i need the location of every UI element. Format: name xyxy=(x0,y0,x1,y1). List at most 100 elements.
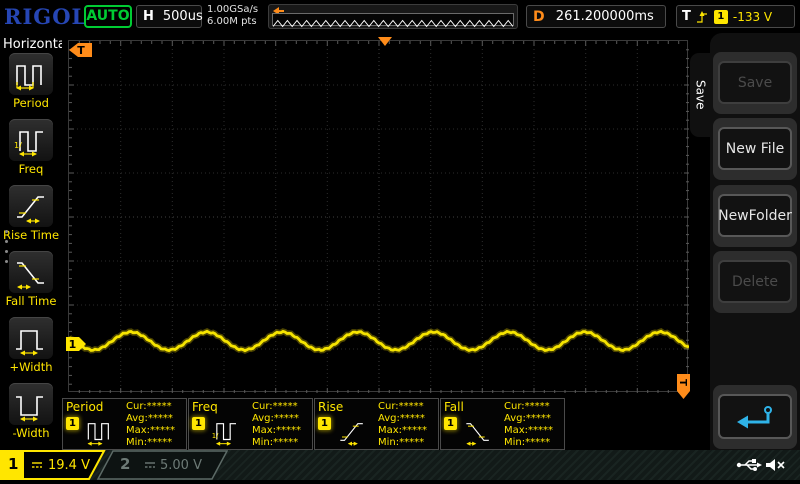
sample-rate: 1.00GSa/s xyxy=(207,4,258,16)
stat-value: ***** xyxy=(526,413,551,424)
minus-width-icon xyxy=(9,383,53,425)
freq-icon: 1/ xyxy=(209,417,243,447)
panel-channel-badge: 1 xyxy=(318,417,331,430)
usb-icon xyxy=(736,457,762,473)
stat-value: ***** xyxy=(402,425,427,436)
save-menu-tab: Save xyxy=(690,53,711,137)
timebase-value: 500us xyxy=(163,9,203,24)
svg-text:T: T xyxy=(677,379,688,386)
channel2-scale: 5.00 V xyxy=(160,458,202,473)
rise-icon xyxy=(335,417,369,447)
sidebar-item-label: Period xyxy=(13,96,49,110)
sidebar-item-period[interactable]: Period xyxy=(0,53,62,119)
sidebar-title: Horizontal xyxy=(0,33,62,53)
channel1-waveform xyxy=(69,41,689,393)
memory-depth: 6.00M pts xyxy=(207,16,258,28)
delay-label: D xyxy=(533,9,545,25)
trigger-label: T xyxy=(682,9,691,24)
save-key[interactable]: Save xyxy=(713,52,797,114)
stat-value: ***** xyxy=(273,437,298,448)
panel-channel-badge: 1 xyxy=(444,417,457,430)
timebase-label: H xyxy=(143,9,154,24)
sidebar-scroll-indicator xyxy=(5,230,8,263)
speaker-muted-icon xyxy=(764,457,786,473)
trigger-source-badge: 1 xyxy=(714,10,728,24)
svg-text:1: 1 xyxy=(69,338,77,351)
panel-channel-badge: 1 xyxy=(66,417,79,430)
trigger-level-value: -133 V xyxy=(733,10,772,24)
sidebar-item-label: +Width xyxy=(9,360,52,374)
fall-icon xyxy=(461,417,495,447)
delay-value: 261.200000ms xyxy=(545,9,665,24)
sidebar-item-label: Freq xyxy=(19,162,44,176)
panel-stats: Cur:***** Avg:***** Max:***** Min:***** xyxy=(378,401,427,449)
top-status-bar: RIGOL AUTO H 500us 1.00GSa/s 6.00M pts D… xyxy=(0,0,800,33)
channel1-box[interactable]: 1 19.4 V xyxy=(0,450,106,480)
stat-value: ***** xyxy=(525,401,550,412)
stat-value: ***** xyxy=(274,413,299,424)
stat-value: ***** xyxy=(399,401,424,412)
new-folder-key[interactable]: NewFolder xyxy=(713,185,797,247)
measurement-panels: Period 1 Cur:***** Avg:***** Max:***** M… xyxy=(62,398,565,450)
return-arrow-icon xyxy=(734,404,776,430)
panel-stats: Cur:***** Avg:***** Max:***** Min:***** xyxy=(126,401,175,449)
sidebar-item-fall-time[interactable]: Fall Time xyxy=(0,251,62,317)
measurement-panel-rise: Rise 1 Cur:***** Avg:***** Max:***** Min… xyxy=(314,398,439,450)
dc-coupling-icon xyxy=(31,460,43,470)
channel1-number: 1 xyxy=(8,455,18,473)
sidebar-item-label: -Width xyxy=(12,426,49,440)
svg-text:1/: 1/ xyxy=(212,432,219,440)
freq-icon: 1/ xyxy=(9,119,53,161)
save-menu-title: Save xyxy=(694,80,708,109)
stat-value: ***** xyxy=(147,437,172,448)
panel-channel-badge: 1 xyxy=(192,417,205,430)
overview-zigzag-wave xyxy=(273,18,513,29)
return-button[interactable] xyxy=(718,394,792,439)
panel-title: Rise xyxy=(318,400,343,414)
panel-title: Period xyxy=(66,400,103,414)
trigger-position-marker[interactable] xyxy=(378,37,392,46)
period-icon xyxy=(83,417,117,447)
delete-button[interactable]: Delete xyxy=(718,260,792,303)
fall-time-icon xyxy=(9,251,53,293)
panel-stats: Cur:***** Avg:***** Max:***** Min:***** xyxy=(252,401,301,449)
new-folder-button[interactable]: NewFolder xyxy=(718,194,792,237)
plus-width-icon xyxy=(9,317,53,359)
measurement-panel-fall: Fall 1 Cur:***** Avg:***** Max:***** Min… xyxy=(440,398,565,450)
stat-value: ***** xyxy=(400,413,425,424)
stat-value: ***** xyxy=(273,401,298,412)
panel-title: Freq xyxy=(192,400,218,414)
sidebar-item-minus-width[interactable]: -Width xyxy=(0,383,62,449)
channel1-scale: 19.4 V xyxy=(48,458,90,473)
channel2-box[interactable]: 2 5.00 V xyxy=(94,450,228,480)
stat-value: ***** xyxy=(150,425,175,436)
sidebar-item-freq[interactable]: 1/ Freq xyxy=(0,119,62,185)
save-button[interactable]: Save xyxy=(718,61,792,104)
acquisition-readout: 1.00GSa/s 6.00M pts xyxy=(207,4,258,28)
rigol-logo: RIGOL xyxy=(4,4,87,29)
delay-readout: D 261.200000ms xyxy=(526,5,666,28)
svg-text:1/: 1/ xyxy=(14,141,22,150)
waveform-display-area: T 1 T Period 1 Cur:***** Avg:***** Max:*… xyxy=(62,33,690,450)
stat-value: ***** xyxy=(148,413,173,424)
sidebar-item-label: Rise Time xyxy=(3,228,59,242)
measurement-panel-freq: Freq 1 1/ Cur:***** Avg:***** Max:***** … xyxy=(188,398,313,450)
new-file-key[interactable]: New File xyxy=(713,118,797,180)
sidebar-item-label: Fall Time xyxy=(6,294,57,308)
channel1-position-marker[interactable]: 1 xyxy=(65,336,87,352)
sidebar-item-plus-width[interactable]: +Width xyxy=(0,317,62,383)
period-icon xyxy=(9,53,53,95)
save-menu: Save Save New File NewFolder Delete xyxy=(690,33,800,450)
return-key[interactable] xyxy=(713,385,797,449)
stat-value: ***** xyxy=(528,425,553,436)
delete-key[interactable]: Delete xyxy=(713,251,797,313)
graticule xyxy=(68,40,688,392)
trigger-mode-badge: AUTO xyxy=(84,5,132,28)
rise-time-icon xyxy=(9,185,53,227)
panel-title: Fall xyxy=(444,400,464,414)
panel-stats: Cur:***** Avg:***** Max:***** Min:***** xyxy=(504,401,553,449)
stat-value: ***** xyxy=(147,401,172,412)
channel-status-bar: 1 19.4 V 2 5.00 V xyxy=(0,450,800,480)
sidebar-item-rise-time[interactable]: Rise Time xyxy=(0,185,62,251)
new-file-button[interactable]: New File xyxy=(718,127,792,170)
